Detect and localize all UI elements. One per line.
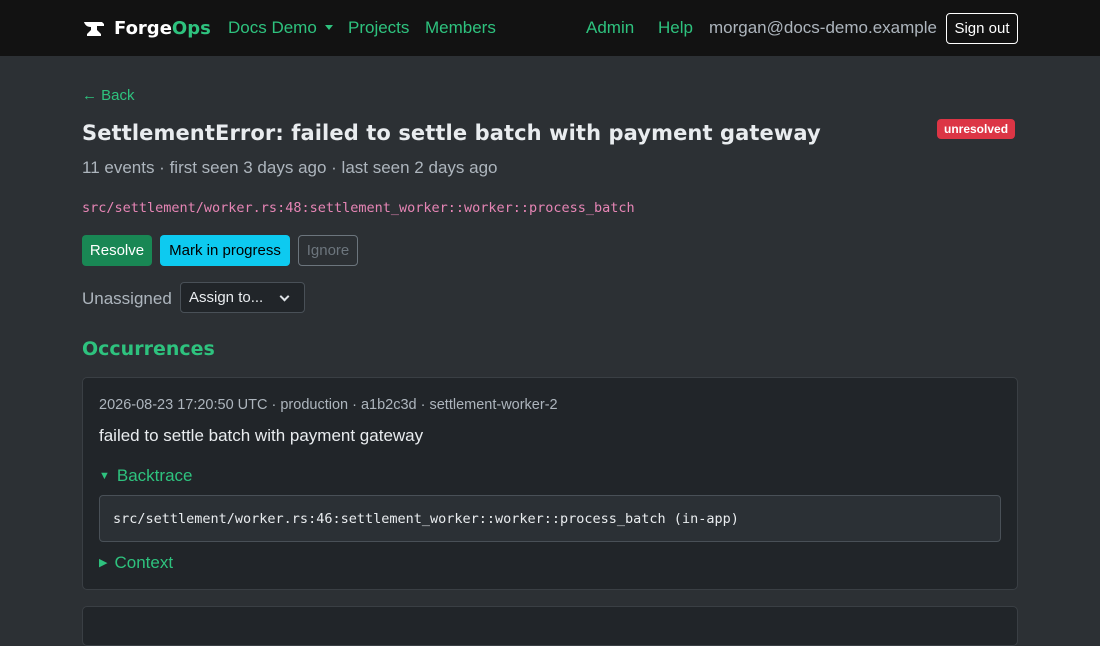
sign-out-button[interactable]: Sign out (946, 13, 1018, 44)
assignee-status: Unassigned (82, 289, 172, 308)
assign-select-value: Assign to... (189, 289, 264, 306)
ignore-button[interactable]: Ignore (298, 235, 358, 266)
nav-link-members[interactable]: Members (425, 17, 496, 39)
occurrence-card (82, 606, 1018, 646)
user-email: morgan@docs-demo.example (709, 18, 937, 37)
context-label: Context (114, 553, 174, 572)
occurrence-card: 2026-08-23 17:20:50 UTC · production · a… (82, 377, 1018, 590)
occurrences-heading: Occurrences (82, 338, 215, 360)
assign-select[interactable]: Assign to... (180, 282, 305, 313)
top-navbar: Forge Ops Docs Demo Projects Members Admi… (0, 0, 1100, 56)
caret-down-icon (324, 25, 333, 30)
brand-logo-link[interactable]: Forge Ops (84, 16, 211, 40)
org-dropdown-label: Docs Demo (228, 18, 317, 37)
issue-culprit: src/settlement/worker.rs:48:settlement_w… (82, 200, 635, 216)
nav-link-admin[interactable]: Admin (586, 17, 634, 39)
brand-name-suffix: Ops (171, 17, 211, 39)
nav-link-projects[interactable]: Projects (348, 17, 409, 39)
backtrace-box: src/settlement/worker.rs:46:settlement_w… (99, 495, 1001, 542)
status-badge: unresolved (937, 119, 1016, 139)
backtrace-toggle[interactable]: ▼ Backtrace (99, 466, 192, 486)
backtrace-frame: src/settlement/worker.rs:46:settlement_w… (113, 511, 739, 527)
occurrence-message: failed to settle batch with payment gate… (99, 426, 424, 445)
issue-meta: 11 events · first seen 3 days ago · last… (82, 158, 498, 177)
context-toggle[interactable]: ▶ Context (99, 553, 173, 573)
resolve-button[interactable]: Resolve (82, 235, 152, 266)
triangle-down-icon: ▼ (99, 470, 110, 482)
occurrence-meta: 2026-08-23 17:20:50 UTC · production · a… (99, 397, 558, 413)
triangle-right-icon: ▶ (99, 557, 108, 569)
mark-in-progress-button[interactable]: Mark in progress (160, 235, 290, 266)
backtrace-label: Backtrace (116, 466, 193, 485)
brand-name-prefix: Forge (114, 17, 172, 39)
nav-link-help[interactable]: Help (658, 17, 693, 39)
chevron-down-icon (279, 291, 290, 302)
back-link[interactable]: ← Back (82, 87, 135, 105)
issue-title: SettlementError: failed to settle batch … (82, 121, 821, 145)
org-dropdown-toggle[interactable]: Docs Demo (228, 17, 333, 39)
anvil-icon (84, 22, 104, 36)
